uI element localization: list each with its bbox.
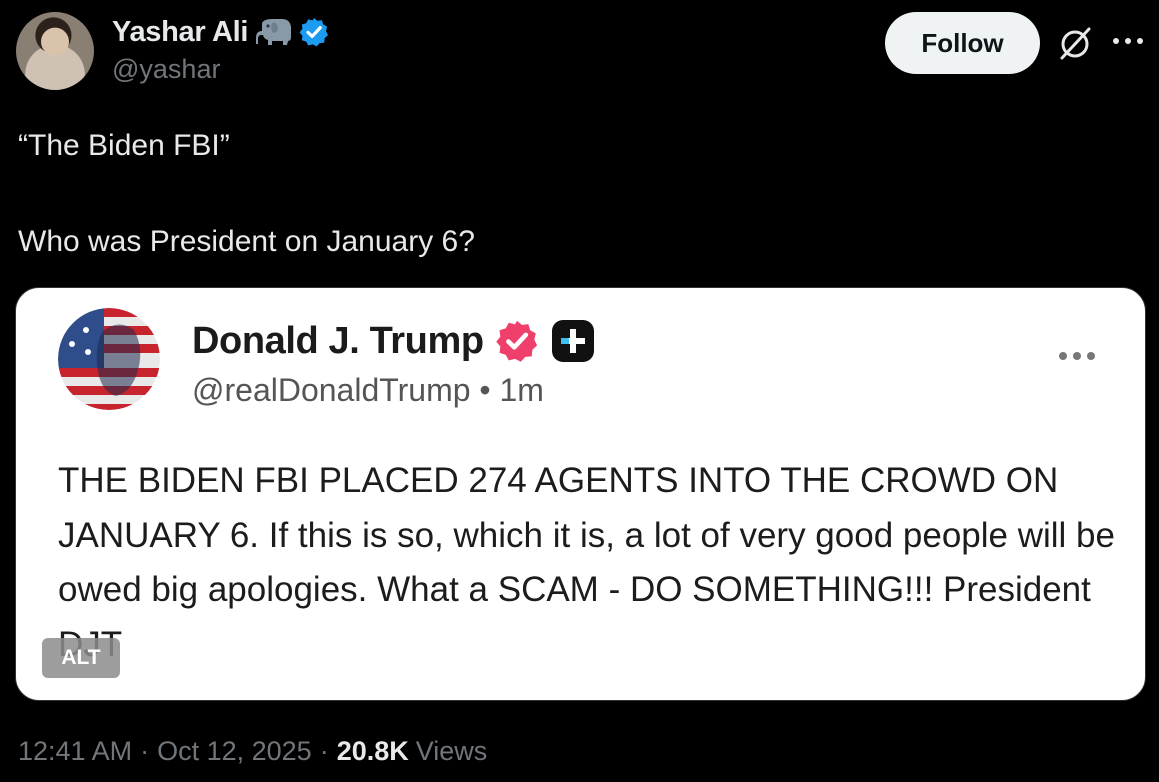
author-handle[interactable]: @yashar [112, 54, 220, 85]
embedded-time: 1m [499, 372, 544, 408]
embedded-handle: @realDonaldTrump [192, 372, 471, 408]
embedded-more-icon [1059, 352, 1095, 360]
embedded-name-row: Donald J. Trump [192, 318, 596, 364]
embedded-image[interactable]: Donald J. Trump @realDonaldTrump • 1m TH… [15, 287, 1146, 701]
follow-button[interactable]: Follow [885, 12, 1040, 74]
tweet-time[interactable]: 12:41 AM [18, 736, 132, 767]
embedded-display-name: Donald J. Trump [192, 319, 484, 362]
grok-icon[interactable] [1056, 24, 1094, 62]
meta-separator: · [319, 736, 329, 766]
author-name-row: Yashar Ali [112, 14, 330, 50]
embedded-post-text: THE BIDEN FBI PLACED 274 AGENTS INTO THE… [58, 461, 1115, 664]
tweet-text: “The Biden FBI” Who was President on Jan… [18, 122, 1118, 266]
alt-badge[interactable]: ALT [42, 638, 120, 678]
views-label: Views [415, 736, 488, 766]
views-count[interactable]: 20.8K [337, 736, 409, 767]
trump-avatar [58, 308, 160, 410]
author-avatar[interactable] [16, 12, 94, 90]
verified-badge-icon [299, 18, 329, 47]
author-display-name[interactable]: Yashar Ali [112, 16, 248, 49]
verified-badge-icon [496, 320, 537, 362]
embedded-separator: • [479, 372, 491, 408]
more-icon[interactable] [1110, 26, 1146, 56]
tweet-line-1: “The Biden FBI” [18, 129, 230, 162]
tweet-page: Yashar Ali @yashar Follow “The Biden FBI… [0, 0, 1159, 782]
tweet-line-2: Who was President on January 6? [18, 225, 475, 258]
tweet-meta: 12:41 AM · Oct 12, 2025 · 20.8K Views [18, 736, 487, 767]
plus-badge-icon [551, 320, 594, 362]
tweet-date[interactable]: Oct 12, 2025 [157, 736, 312, 767]
meta-separator: · [140, 736, 150, 766]
embedded-handle-row: @realDonaldTrump • 1m [192, 372, 544, 409]
elephant-icon [256, 19, 292, 45]
